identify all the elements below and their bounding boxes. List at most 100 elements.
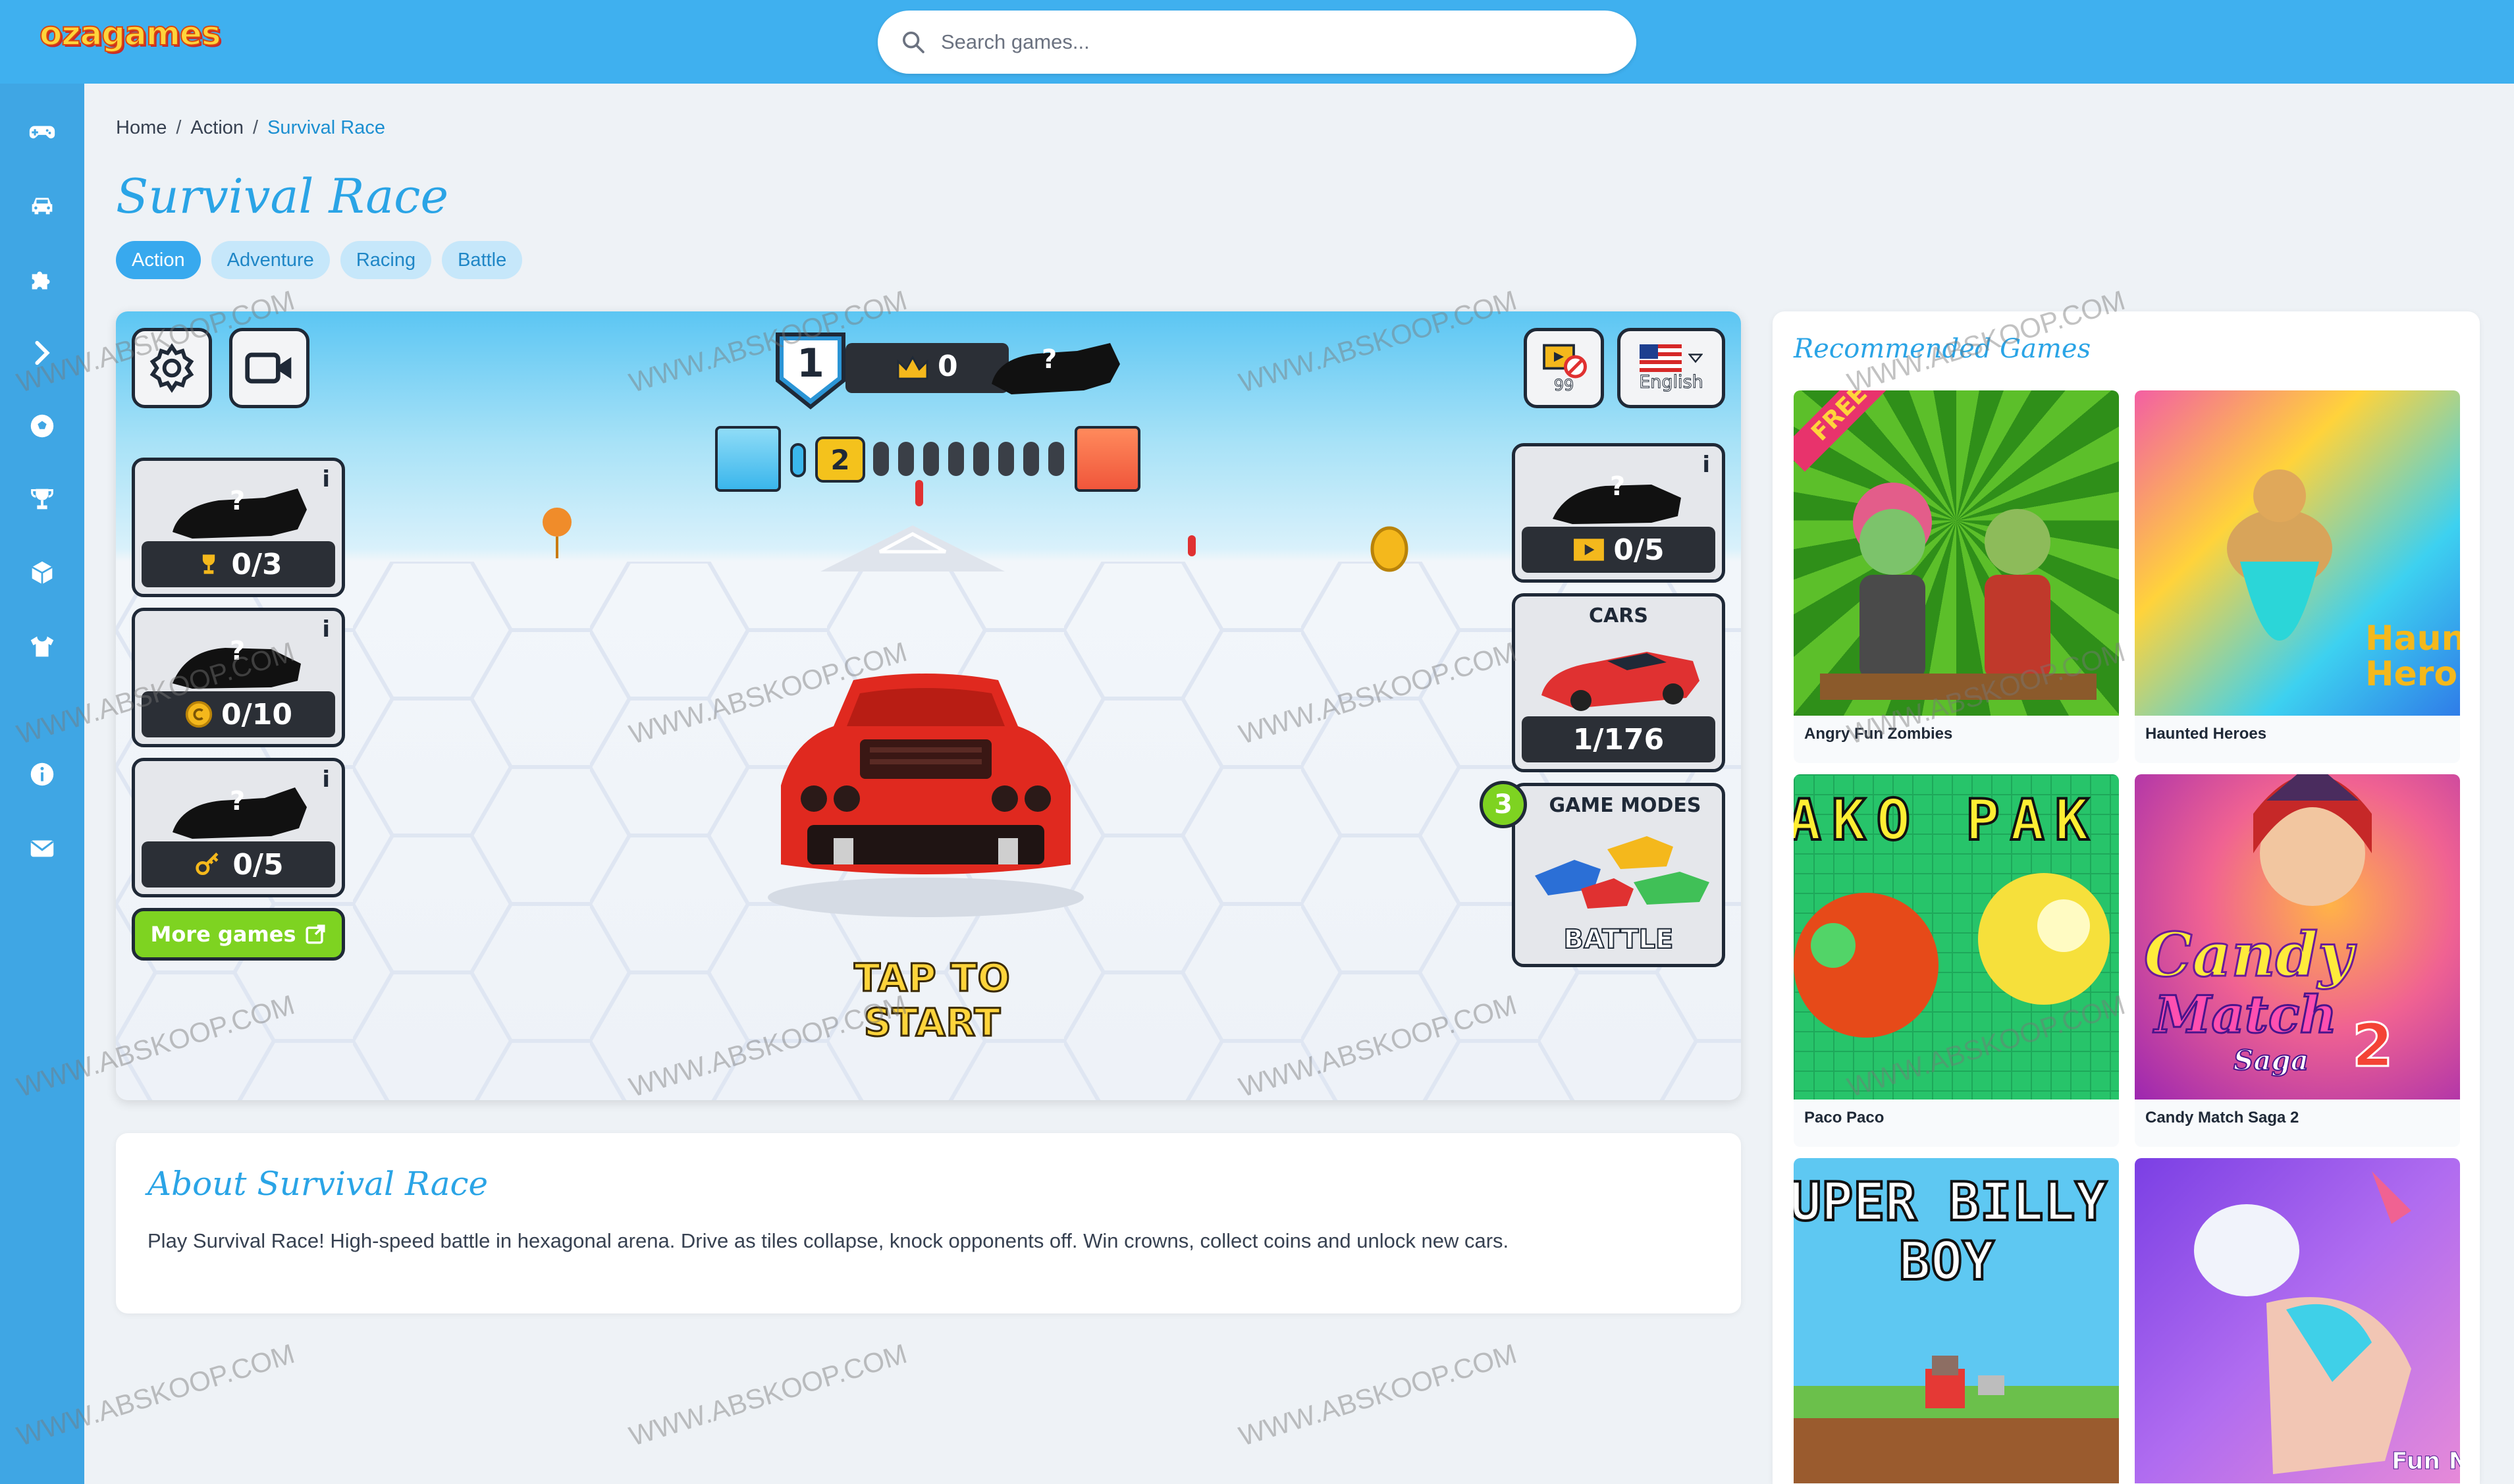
- settings-button[interactable]: [132, 328, 212, 408]
- free-ribbon: FREE: [1794, 390, 1898, 472]
- game-frame[interactable]: 1 0 ? 2 99 English i ? 0/3 i ? 0/10 i ? …: [116, 311, 1741, 1100]
- challenge-panel-trophy[interactable]: i ? 0/3: [132, 458, 345, 597]
- sidebar-item-car[interactable]: [24, 187, 61, 224]
- candy-character-art: [2253, 774, 2372, 906]
- sidebar-item-contact[interactable]: [24, 830, 61, 866]
- game-card-haunted-heroes[interactable]: Haun Hero Haunted Heroes: [2135, 390, 2460, 763]
- tag-battle[interactable]: Battle: [442, 241, 523, 279]
- sidebar-item-about[interactable]: [24, 756, 61, 793]
- top-bar: ozagames: [0, 0, 2514, 84]
- arrow-icon: [35, 340, 50, 365]
- level-dot-done: [790, 443, 806, 477]
- sidebar-item-top[interactable]: [24, 481, 61, 517]
- cars-label: CARS: [1589, 604, 1648, 627]
- remove-ads-button[interactable]: 99: [1524, 328, 1604, 408]
- sidebar-item-puzzle[interactable]: [24, 261, 61, 298]
- fun-nails-logo: Fun Na: [2391, 1448, 2460, 1475]
- challenge-counter-value: 0/5: [1613, 533, 1665, 567]
- game-card-paco-paco[interactable]: AKO PAK Paco Paco: [1794, 774, 2119, 1147]
- challenge-counter-value: 0/5: [232, 847, 284, 882]
- info-icon[interactable]: i: [322, 466, 330, 492]
- breadcrumb-category[interactable]: Action: [190, 117, 244, 138]
- info-icon[interactable]: i: [322, 616, 330, 643]
- cars-counter: 1/176: [1522, 716, 1715, 762]
- unknown-mark: ?: [230, 786, 246, 816]
- game-card-candy-match-saga-2[interactable]: Candy Match Saga 2 Candy Match Saga 2: [2135, 774, 2460, 1147]
- game-card-title: Haunted Heroes: [2145, 725, 2267, 743]
- more-games-button[interactable]: More games: [132, 908, 345, 961]
- game-thumbnail: FREE: [1794, 390, 2119, 716]
- page-title: Survival Race: [116, 169, 449, 224]
- us-flag-icon: [1640, 344, 1682, 372]
- crown-counter: 0: [845, 343, 1009, 393]
- info-icon[interactable]: i: [1702, 452, 1710, 478]
- gear-icon: [149, 343, 194, 393]
- game-thumbnail: Haun Hero: [2135, 390, 2460, 716]
- sidebar-item-sports[interactable]: [24, 408, 61, 444]
- level-start-tile: [715, 426, 781, 492]
- level-end-tile: [1075, 426, 1140, 492]
- unknown-mark: ?: [1042, 344, 1057, 375]
- search-input[interactable]: [941, 22, 1599, 62]
- video-record-button[interactable]: [229, 328, 309, 408]
- tag-action[interactable]: Action: [116, 241, 201, 279]
- candy-logo-line2: Match: [2153, 984, 2338, 1046]
- site-logo[interactable]: ozagames: [39, 14, 221, 53]
- challenge-counter: 0/3: [142, 541, 335, 587]
- red-marker: [915, 480, 923, 506]
- sidebar-item-3d[interactable]: [24, 554, 61, 591]
- challenge-panel-coins[interactable]: i ? 0/10: [132, 608, 345, 747]
- info-icon[interactable]: i: [322, 766, 330, 793]
- game-modes-panel[interactable]: GAME MODES BATTLE 3: [1480, 781, 1725, 967]
- cube-icon: [32, 561, 53, 585]
- sidebar-item-games[interactable]: [24, 114, 61, 151]
- challenge-counter: 0/5: [1522, 527, 1715, 573]
- battle-cars-icon: [1522, 823, 1715, 915]
- about-section: About Survival Race Play Survival Race! …: [116, 1133, 1741, 1313]
- crown-count: 0: [938, 350, 958, 383]
- balloon-icon: [543, 508, 572, 558]
- breadcrumb-separator: /: [253, 117, 259, 138]
- game-card-title: Candy Match Saga 2: [2145, 1109, 2299, 1126]
- game-card-angry-fun-zombies[interactable]: FREE Angry Fun Zombies: [1794, 390, 2119, 763]
- watermark: WWW.ABSKOOP.COM: [626, 1337, 911, 1452]
- tap-to-start-label[interactable]: TAP TO START: [784, 955, 1081, 1046]
- billy-character-art: [1925, 1356, 2004, 1408]
- game-card-super-billy-boy[interactable]: UPER BILLY BOY: [1794, 1158, 2119, 1484]
- recommended-games-panel: Recommended Games FREE Angry Fun Zombies…: [1773, 311, 2480, 1484]
- game-card-fun-nails[interactable]: Fun Na: [2135, 1158, 2460, 1484]
- battle-label: BATTLE: [1563, 924, 1674, 955]
- haunted-heroes-logo: Haun Hero: [2365, 619, 2460, 694]
- language-selector[interactable]: English: [1617, 328, 1725, 408]
- language-flag-row: [1640, 344, 1703, 372]
- video-challenge-panel[interactable]: i ? 0/5: [1512, 443, 1725, 583]
- challenge-counter: 0/10: [142, 691, 335, 737]
- mail-icon: [30, 840, 54, 857]
- challenge-panel-keys[interactable]: i ? 0/5: [132, 758, 345, 897]
- billy-logo-line1: UPER BILLY: [1794, 1170, 2108, 1234]
- sidebar: [0, 84, 84, 1484]
- paco-logo-text: AKO PAK: [1794, 786, 2100, 855]
- trophy-icon: [203, 554, 215, 574]
- tag-racing[interactable]: Racing: [340, 241, 432, 279]
- candy-logo-line3: Saga: [2233, 1044, 2309, 1077]
- breadcrumb-separator: /: [176, 117, 182, 138]
- breadcrumb-home[interactable]: Home: [116, 117, 167, 138]
- sidebar-item-dress-up[interactable]: [24, 628, 61, 665]
- trophy-icon: [31, 489, 53, 510]
- game-thumbnail: Fun Na: [2135, 1158, 2460, 1483]
- current-level-badge: 2: [815, 437, 865, 483]
- game-modes-count-badge: 3: [1480, 781, 1527, 828]
- key-icon: [196, 852, 219, 876]
- sidebar-item-action[interactable]: [24, 334, 61, 371]
- candy-logo-line1: Candy: [2143, 918, 2355, 992]
- red-marker: [1188, 535, 1196, 556]
- more-games-label: More games: [150, 922, 296, 947]
- crown-icon: [897, 356, 928, 380]
- search-box[interactable]: [878, 11, 1636, 74]
- game-modes-label: GAME MODES: [1549, 794, 1701, 817]
- challenge-counter-value: 0/3: [231, 547, 282, 581]
- tag-adventure[interactable]: Adventure: [211, 241, 330, 279]
- cars-panel[interactable]: CARS 1/176: [1512, 593, 1725, 772]
- unknown-mark: ?: [230, 636, 246, 666]
